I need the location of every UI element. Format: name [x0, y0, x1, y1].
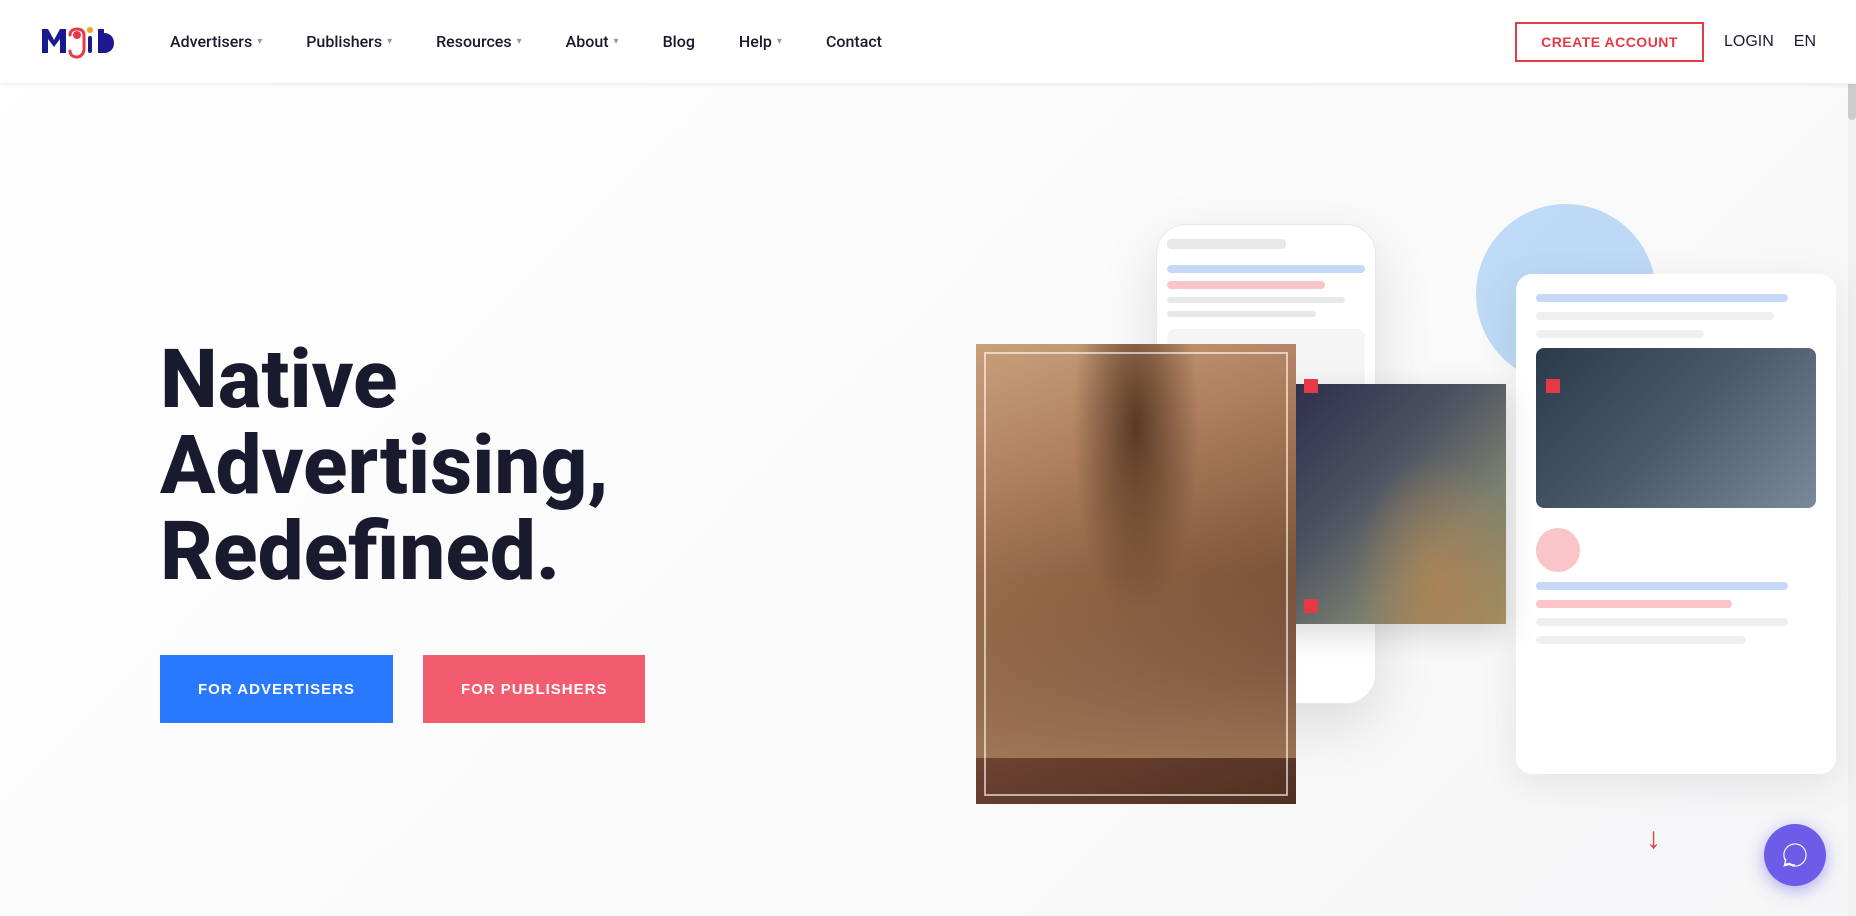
nav-actions: CREATE ACCOUNT LOGIN EN [1515, 22, 1816, 62]
main-nav: Advertisers ▾ Publishers ▾ Resources ▾ A… [170, 32, 1515, 51]
create-account-button[interactable]: CREATE ACCOUNT [1515, 22, 1704, 62]
header: Advertisers ▾ Publishers ▾ Resources ▾ A… [0, 0, 1856, 84]
red-dot-decoration-2 [1546, 379, 1560, 393]
nav-contact[interactable]: Contact [826, 32, 882, 51]
chevron-down-icon: ▾ [777, 36, 782, 47]
chat-icon [1781, 841, 1809, 869]
for-publishers-button[interactable]: FOR PUBLISHERS [423, 655, 646, 723]
nav-help[interactable]: Help ▾ [739, 32, 782, 51]
red-dot-decoration-3 [1304, 599, 1318, 613]
nav-blog[interactable]: Blog [663, 32, 695, 51]
language-selector[interactable]: EN [1794, 33, 1816, 51]
scrollbar-track [1848, 0, 1856, 916]
chevron-down-icon: ▾ [614, 36, 619, 47]
red-dot-decoration-1 [1304, 379, 1318, 393]
login-button[interactable]: LOGIN [1724, 33, 1774, 51]
hero-title: Native Advertising, Redefined. [160, 337, 645, 595]
chat-bubble-button[interactable] [1764, 824, 1826, 886]
nav-resources[interactable]: Resources ▾ [436, 32, 522, 51]
chevron-down-icon: ▾ [387, 36, 392, 47]
hero-content: Native Advertising, Redefined. FOR ADVER… [0, 277, 645, 723]
hero-visual: ↓ [956, 84, 1856, 916]
main-photo [976, 344, 1296, 804]
logo[interactable] [40, 20, 120, 64]
scroll-arrow[interactable]: ↓ [1646, 821, 1661, 856]
hero-section: Native Advertising, Redefined. FOR ADVER… [0, 0, 1856, 916]
nav-advertisers[interactable]: Advertisers ▾ [170, 32, 262, 51]
nav-publishers[interactable]: Publishers ▾ [306, 32, 392, 51]
second-photo [1266, 384, 1506, 624]
hero-buttons: FOR ADVERTISERS FOR PUBLISHERS [160, 655, 645, 723]
chevron-down-icon: ▾ [517, 36, 522, 47]
chevron-down-icon: ▾ [257, 36, 262, 47]
nav-about[interactable]: About ▾ [566, 32, 619, 51]
for-advertisers-button[interactable]: FOR ADVERTISERS [160, 655, 393, 723]
content-card [1516, 274, 1836, 774]
